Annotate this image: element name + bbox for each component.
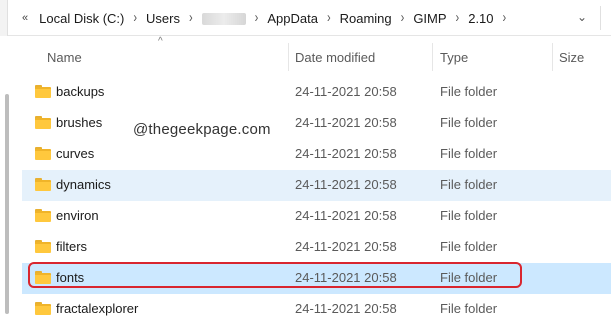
item-date: 24-11-2021 20:58 [295,84,397,99]
breadcrumb-username-blurred[interactable] [199,11,249,26]
list-item-hover[interactable]: dynamics 24-11-2021 20:58 File folder [22,170,611,201]
item-type: File folder [440,239,498,254]
column-header: ^ Name Date modified Type Size [22,36,611,77]
item-type: File folder [440,177,498,192]
item-date: 24-11-2021 20:58 [295,115,397,130]
item-name: brushes [56,115,103,130]
breadcrumb-gimp[interactable]: GIMP [410,11,449,26]
item-name: backups [56,84,105,99]
item-name: curves [56,146,95,161]
column-divider[interactable] [552,43,553,71]
column-header-date[interactable]: Date modified [295,50,375,65]
column-divider[interactable] [432,43,433,71]
list-item[interactable]: brushes 24-11-2021 20:58 File folder [22,108,611,139]
item-type: File folder [440,208,498,223]
list-item[interactable]: fractalexplorer 24-11-2021 20:58 File fo… [22,294,611,318]
breadcrumb-separator-icon[interactable]: › [127,10,143,26]
breadcrumb-separator-icon[interactable]: › [183,10,199,26]
list-item[interactable]: filters 24-11-2021 20:58 File folder [22,232,611,263]
breadcrumb-roaming[interactable]: Roaming [337,11,395,26]
column-header-type[interactable]: Type [440,50,468,65]
folder-icon [35,302,51,315]
list-item[interactable]: backups 24-11-2021 20:58 File folder [22,77,611,108]
folder-icon [35,147,51,160]
breadcrumb-local-disk[interactable]: Local Disk (C:) [36,11,127,26]
chevron-down-icon[interactable]: ⌄ [574,10,590,26]
folder-icon [35,178,51,191]
blurred-username [201,13,246,26]
breadcrumb: « Local Disk (C:) › Users › › AppData › … [22,0,512,36]
breadcrumb-appdata[interactable]: AppData [264,11,321,26]
column-divider[interactable] [288,43,289,71]
address-bar-left-edge [0,0,8,36]
overflow-chevron-icon[interactable]: « [22,12,36,24]
item-type: File folder [440,84,498,99]
item-date: 24-11-2021 20:58 [295,177,397,192]
item-name: filters [56,239,88,254]
breadcrumb-version[interactable]: 2.10 [465,11,496,26]
annotation-highlight-box [28,262,522,288]
folder-icon [35,209,51,222]
item-date: 24-11-2021 20:58 [295,301,397,316]
sort-ascending-icon: ^ [158,36,163,47]
list-item[interactable]: curves 24-11-2021 20:58 File folder [22,139,611,170]
breadcrumb-separator-icon[interactable]: › [249,10,265,26]
list-item[interactable]: environ 24-11-2021 20:58 File folder [22,201,611,232]
divider [600,6,601,30]
item-date: 24-11-2021 20:58 [295,208,397,223]
breadcrumb-separator-icon[interactable]: › [321,10,337,26]
breadcrumb-separator-icon[interactable]: › [395,10,411,26]
item-name: environ [56,208,99,223]
navigation-pane-edge [0,36,22,318]
item-date: 24-11-2021 20:58 [295,239,397,254]
address-bar[interactable]: « Local Disk (C:) › Users › › AppData › … [0,0,611,36]
watermark-text: @thegeekpage.com [133,121,271,138]
column-header-name[interactable]: Name [47,50,82,65]
item-name: fractalexplorer [56,301,139,316]
breadcrumb-users[interactable]: Users [143,11,183,26]
scrollbar-thumb[interactable] [5,94,9,314]
breadcrumb-separator-icon[interactable]: › [497,10,513,26]
item-type: File folder [440,146,498,161]
item-name: dynamics [56,177,111,192]
item-type: File folder [440,301,498,316]
breadcrumb-separator-icon[interactable]: › [450,10,466,26]
item-date: 24-11-2021 20:58 [295,146,397,161]
item-type: File folder [440,115,498,130]
folder-icon [35,116,51,129]
column-header-size[interactable]: Size [559,50,584,65]
folder-icon [35,85,51,98]
folder-icon [35,240,51,253]
